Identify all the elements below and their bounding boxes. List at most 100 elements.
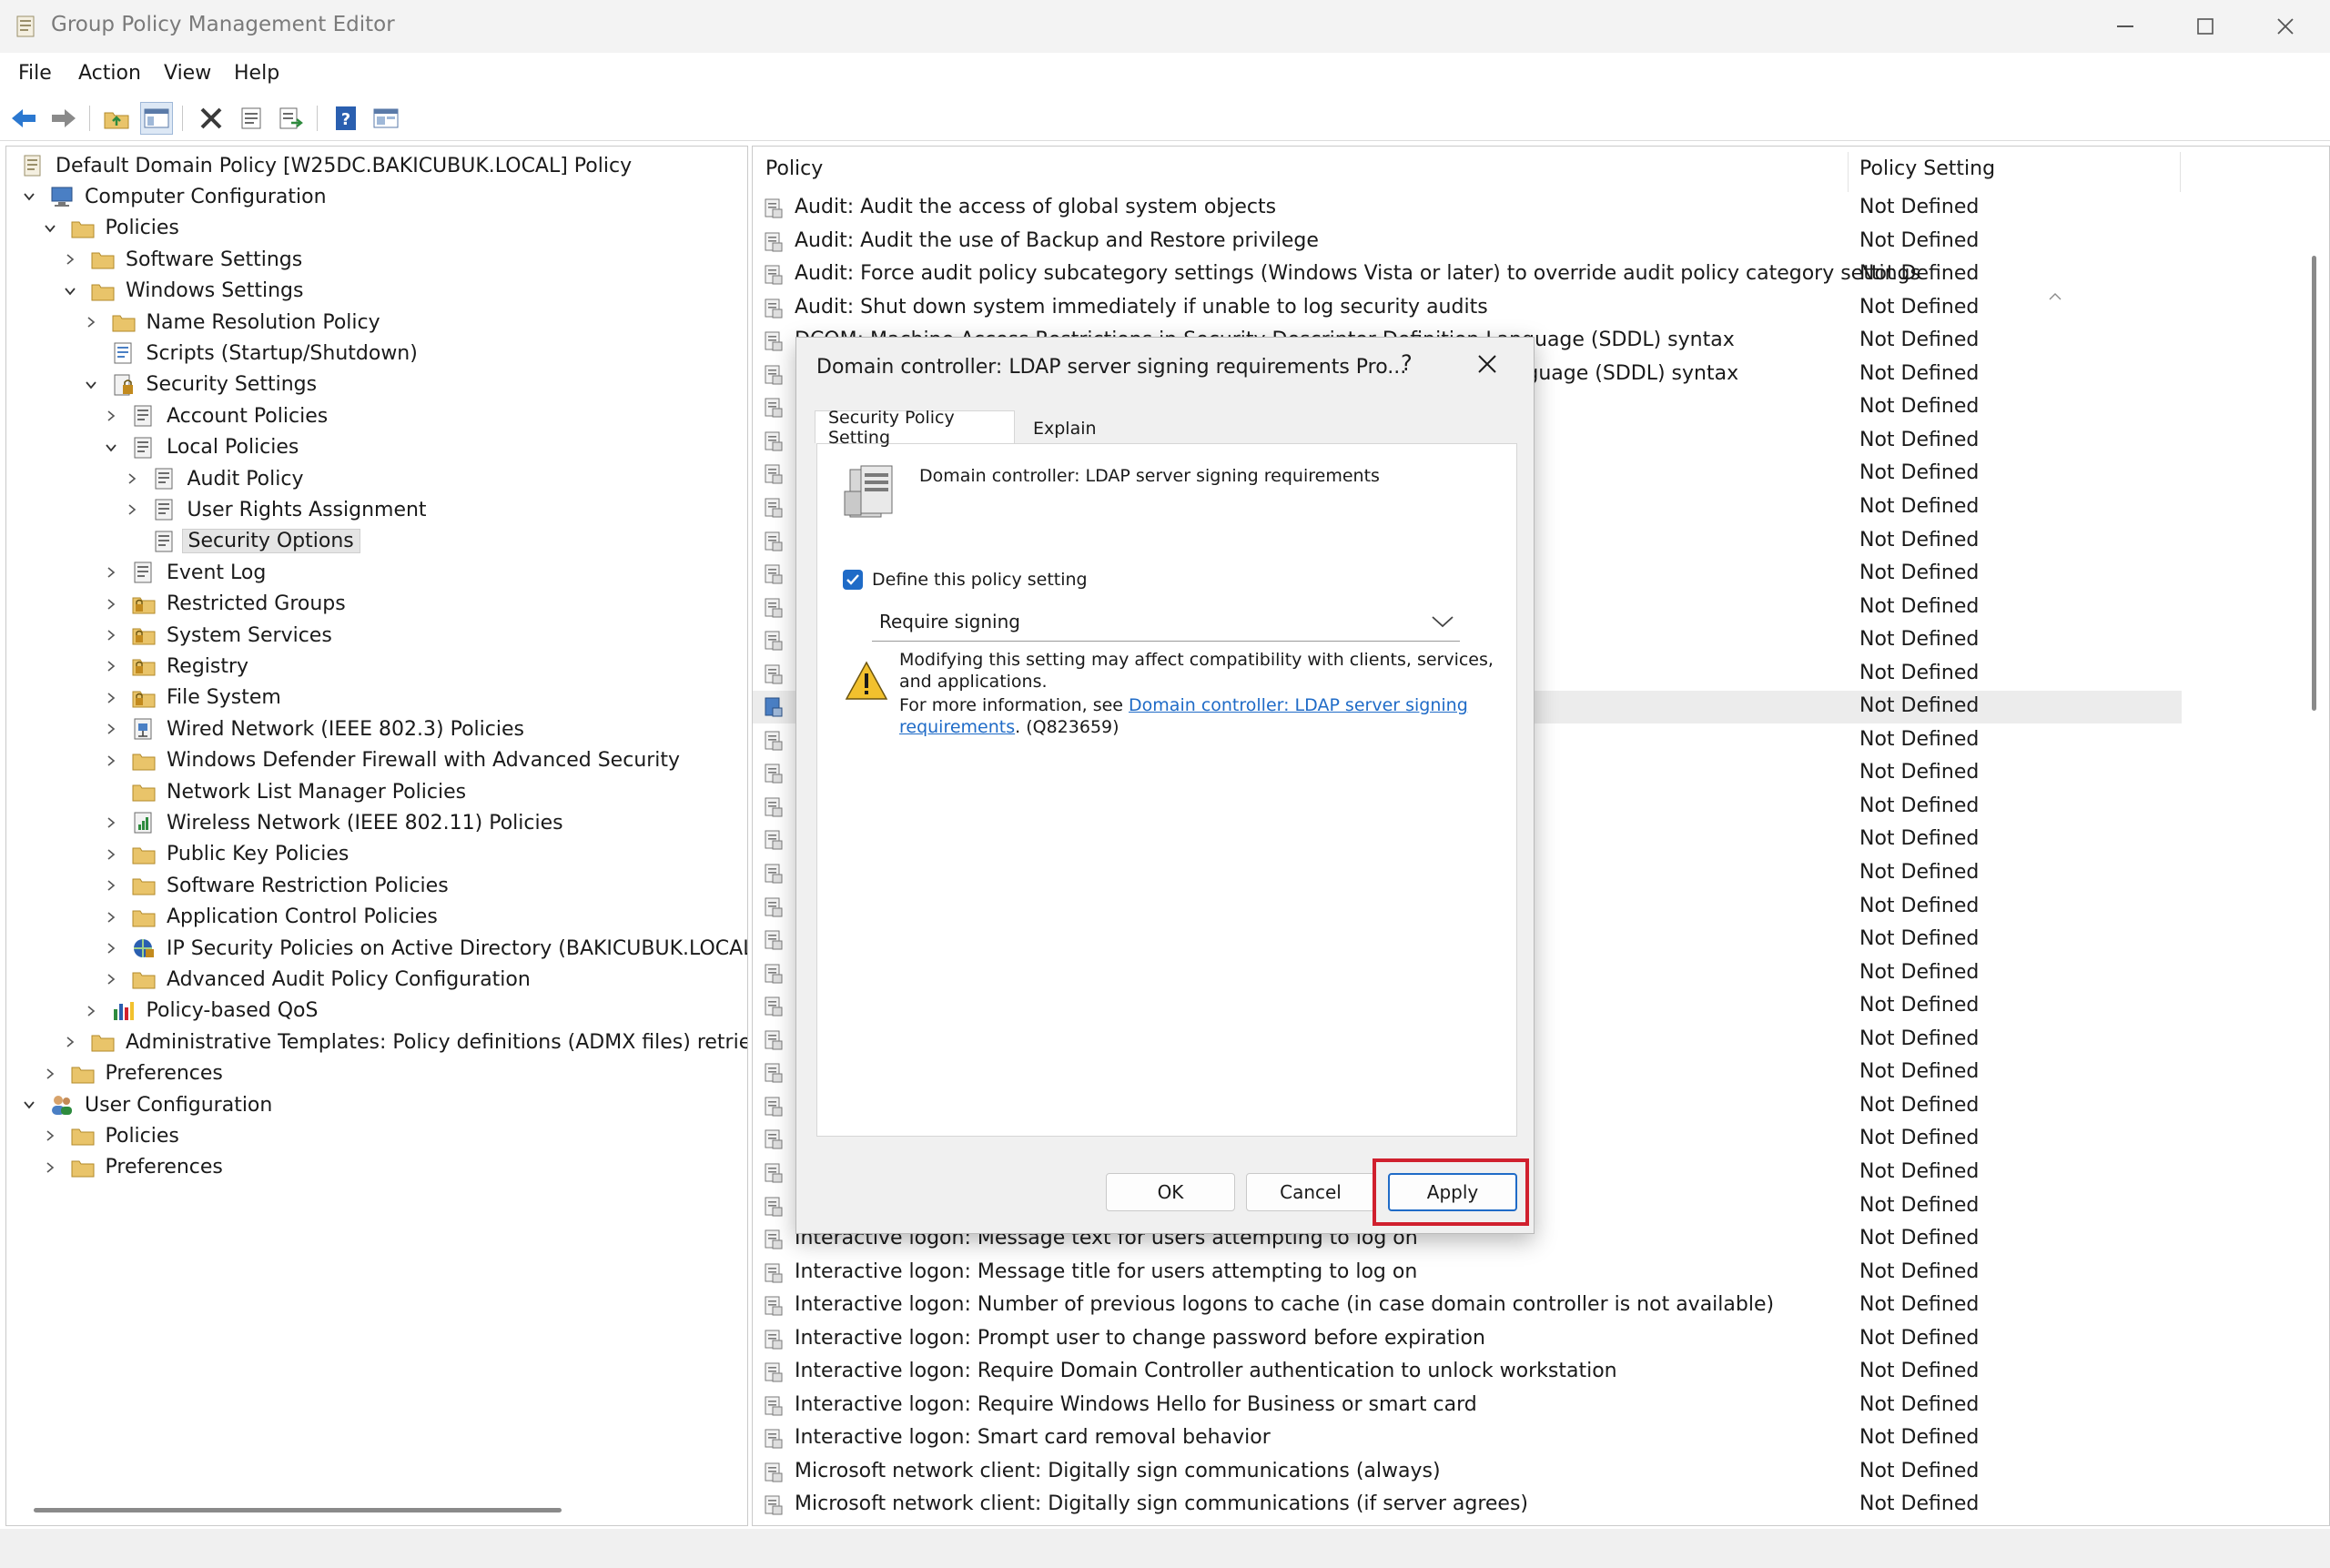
back-icon[interactable] (7, 102, 40, 135)
tree-node[interactable]: File System (107, 683, 281, 713)
show-hide-tree-icon[interactable] (140, 102, 173, 135)
tree-node[interactable]: User Configuration (24, 1089, 272, 1120)
chevron-down-icon[interactable] (105, 441, 117, 454)
column-header-policy-setting[interactable]: Policy Setting (1859, 157, 1995, 180)
policy-row[interactable]: Microsoft network client: Digitally sign… (753, 1489, 2182, 1522)
tree-node[interactable]: Security Options (153, 526, 360, 557)
policy-row[interactable]: Microsoft network client: Digitally sign… (753, 1456, 2182, 1489)
menu-help[interactable]: Help (234, 62, 279, 85)
tab-explain[interactable]: Explain (1020, 412, 1109, 445)
tree-node[interactable]: Wireless Network (IEEE 802.11) Policies (107, 807, 563, 838)
tree-node[interactable]: User Rights Assignment (127, 494, 427, 525)
chevron-right-icon[interactable] (105, 942, 117, 955)
tree-node[interactable]: Audit Policy (127, 463, 303, 494)
chevron-right-icon[interactable] (105, 660, 117, 673)
tree-node[interactable]: Name Resolution Policy (86, 307, 380, 338)
define-policy-checkbox[interactable] (843, 570, 863, 590)
chevron-right-icon[interactable] (105, 879, 117, 892)
chevron-right-icon[interactable] (126, 472, 138, 485)
tree-node[interactable]: Application Control Policies (107, 902, 438, 933)
tree-node[interactable]: Computer Configuration (24, 181, 327, 212)
policy-row[interactable]: Interactive logon: Smart card removal be… (753, 1422, 2182, 1455)
column-divider[interactable] (2180, 152, 2181, 192)
maximize-button[interactable] (2164, 0, 2246, 53)
chevron-right-icon[interactable] (105, 723, 117, 735)
chevron-right-icon[interactable] (64, 1036, 76, 1048)
policy-row[interactable]: Audit: Audit the use of Backup and Resto… (753, 226, 2182, 258)
define-policy-label[interactable]: Define this policy setting (872, 570, 1088, 590)
tree-node[interactable]: Windows Settings (65, 276, 303, 307)
tree-node[interactable]: Preferences (46, 1058, 223, 1089)
tree-node[interactable]: Scripts (Startup/Shutdown) (112, 338, 418, 369)
menu-view[interactable]: View (164, 62, 211, 85)
chevron-down-icon[interactable] (23, 190, 35, 203)
close-button[interactable] (2244, 0, 2326, 53)
help-link-continued[interactable]: requirements (899, 717, 1015, 737)
tree-node[interactable]: Preferences (46, 1152, 223, 1183)
chevron-down-icon[interactable] (44, 222, 56, 235)
policy-row[interactable]: Audit: Shut down system immediately if u… (753, 292, 2182, 325)
chevron-right-icon[interactable] (105, 911, 117, 924)
policy-row[interactable]: Audit: Audit the access of global system… (753, 192, 2182, 225)
chevron-right-icon[interactable] (64, 253, 76, 266)
column-divider[interactable] (1848, 152, 1849, 192)
ok-button[interactable]: OK (1106, 1173, 1235, 1211)
tree-node[interactable]: Account Policies (107, 400, 328, 431)
chevron-right-icon[interactable] (44, 1161, 56, 1174)
dialog-help-button[interactable]: ? (1401, 350, 1413, 376)
chevron-right-icon[interactable] (105, 598, 117, 611)
cancel-button[interactable]: Cancel (1246, 1173, 1375, 1211)
forward-icon[interactable] (47, 102, 80, 135)
policy-row[interactable]: Interactive logon: Require Domain Contro… (753, 1356, 2182, 1389)
export-list-icon[interactable] (275, 102, 308, 135)
chevron-down-icon[interactable] (64, 285, 76, 298)
horizontal-scrollbar[interactable] (34, 1508, 562, 1512)
dialog-close-icon[interactable] (1474, 350, 1501, 378)
menu-action[interactable]: Action (78, 62, 141, 85)
menu-file[interactable]: File (18, 62, 52, 85)
tree-node[interactable]: Restricted Groups (107, 589, 346, 620)
tree-node[interactable]: Wired Network (IEEE 802.3) Policies (107, 713, 524, 744)
properties-icon[interactable] (235, 102, 268, 135)
tree-node[interactable]: System Services (107, 620, 332, 651)
tree-node[interactable]: Security Settings (85, 369, 317, 400)
chevron-right-icon[interactable] (105, 973, 117, 986)
policy-row[interactable]: Interactive logon: Require Windows Hello… (753, 1390, 2182, 1422)
delete-icon[interactable] (195, 102, 228, 135)
tree-node[interactable]: Event Log (107, 557, 266, 588)
tree-node[interactable]: IP Security Policies on Active Directory… (107, 933, 747, 964)
tab-security-policy-setting[interactable]: Security Policy Setting (815, 408, 1015, 448)
policy-row[interactable]: Interactive logon: Number of previous lo… (753, 1290, 2182, 1322)
chevron-right-icon[interactable] (105, 754, 117, 767)
help-link[interactable]: Domain controller: LDAP server signing (1129, 695, 1468, 715)
chevron-right-icon[interactable] (105, 848, 117, 861)
tree-node[interactable]: Administrative Templates: Policy definit… (66, 1027, 747, 1057)
policy-row[interactable]: Interactive logon: Message title for use… (753, 1257, 2182, 1290)
chevron-right-icon[interactable] (85, 316, 97, 329)
console-icon[interactable] (370, 102, 402, 135)
chevron-right-icon[interactable] (44, 1129, 56, 1142)
chevron-right-icon[interactable] (105, 410, 117, 422)
minimize-button[interactable] (2084, 0, 2166, 53)
policy-row[interactable]: Audit: Force audit policy subcategory se… (753, 258, 2182, 291)
tree-node[interactable]: Software Settings (66, 244, 302, 275)
tree-node[interactable]: Local Policies (106, 432, 299, 463)
policy-row[interactable]: Interactive logon: Prompt user to change… (753, 1323, 2182, 1356)
up-folder-icon[interactable] (100, 102, 133, 135)
signing-requirement-select[interactable]: Require signing (872, 604, 1460, 642)
tree-node[interactable]: Software Restriction Policies (107, 870, 449, 901)
column-header-policy[interactable]: Policy (765, 157, 823, 180)
chevron-right-icon[interactable] (105, 816, 117, 829)
chevron-right-icon[interactable] (105, 692, 117, 704)
tree-node[interactable]: Advanced Audit Policy Configuration (107, 964, 531, 995)
chevron-down-icon[interactable] (85, 379, 97, 391)
chevron-right-icon[interactable] (44, 1067, 56, 1080)
chevron-right-icon[interactable] (85, 1005, 97, 1017)
tree-node[interactable]: Public Key Policies (107, 839, 349, 870)
vertical-scrollbar[interactable] (2312, 256, 2316, 711)
chevron-right-icon[interactable] (105, 566, 117, 579)
tree-node[interactable]: Registry (107, 651, 248, 682)
tree-node[interactable]: Policy-based QoS (86, 996, 318, 1027)
help-icon[interactable]: ? (329, 102, 362, 135)
tree-node[interactable]: Default Domain Policy [W25DC.BAKICUBUK.L… (21, 150, 632, 181)
